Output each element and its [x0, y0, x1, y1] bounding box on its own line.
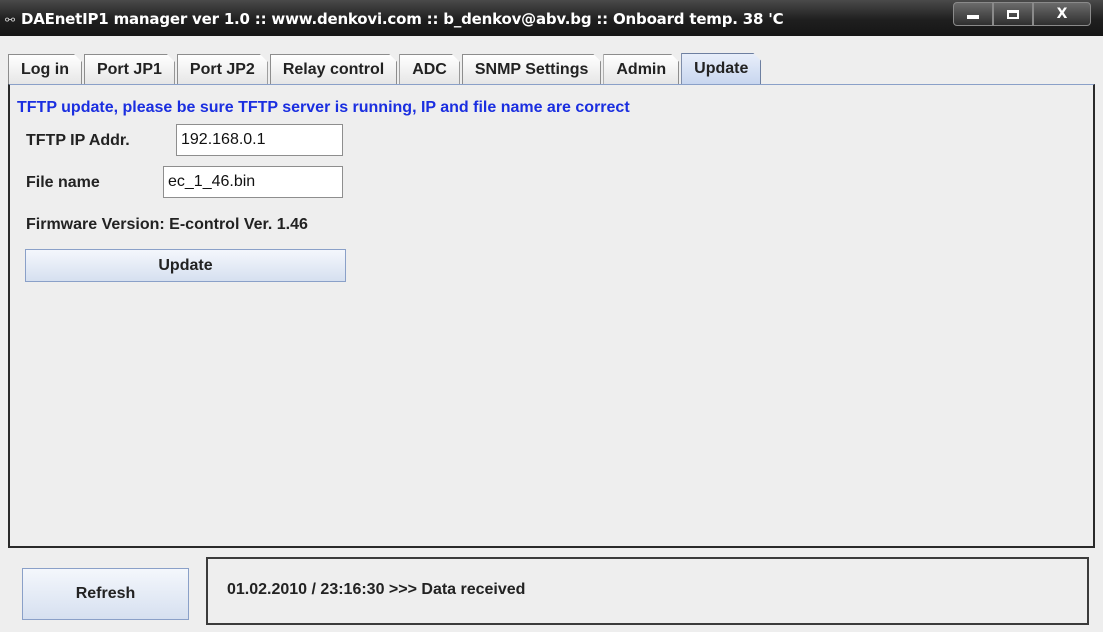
tab-log-in[interactable]: Log in [8, 54, 82, 84]
link-icon: ⚯ [5, 13, 16, 27]
tab-port-jp1[interactable]: Port JP1 [84, 54, 175, 84]
maximize-icon [1007, 9, 1019, 19]
window-title: DAEnetIP1 manager ver 1.0 :: www.denkovi… [21, 10, 784, 28]
title-bar[interactable]: ⚯ DAEnetIP1 manager ver 1.0 :: www.denko… [0, 0, 1103, 36]
file-name-label: File name [26, 174, 100, 191]
tab-update[interactable]: Update [681, 53, 761, 84]
tab-admin[interactable]: Admin [603, 54, 679, 84]
app-window: ⚯ DAEnetIP1 manager ver 1.0 :: www.denko… [0, 0, 1103, 632]
tftp-ip-label: TFTP IP Addr. [26, 132, 130, 149]
status-message: 01.02.2010 / 23:16:30 >>> Data received [227, 581, 526, 598]
tab-relay-control[interactable]: Relay control [270, 54, 397, 84]
firmware-version-label: Firmware Version: E-control Ver. 1.46 [26, 216, 308, 233]
tab-bar: Log in Port JP1 Port JP2 Relay control A… [8, 53, 763, 84]
refresh-button[interactable]: Refresh [22, 568, 189, 620]
close-icon: X [1056, 6, 1068, 22]
update-button[interactable]: Update [25, 249, 346, 282]
tab-snmp-settings[interactable]: SNMP Settings [462, 54, 602, 84]
close-button[interactable]: X [1033, 2, 1091, 26]
tftp-ip-input[interactable] [176, 124, 343, 156]
maximize-button[interactable] [993, 2, 1033, 26]
tab-port-jp2[interactable]: Port JP2 [177, 54, 268, 84]
update-instructions-heading: TFTP update, please be sure TFTP server … [17, 99, 630, 116]
minimize-button[interactable] [953, 2, 993, 26]
tab-adc[interactable]: ADC [399, 54, 460, 84]
minimize-icon [967, 15, 979, 19]
file-name-input[interactable] [163, 166, 343, 198]
window-controls: X [953, 2, 1091, 26]
update-panel [8, 84, 1095, 548]
